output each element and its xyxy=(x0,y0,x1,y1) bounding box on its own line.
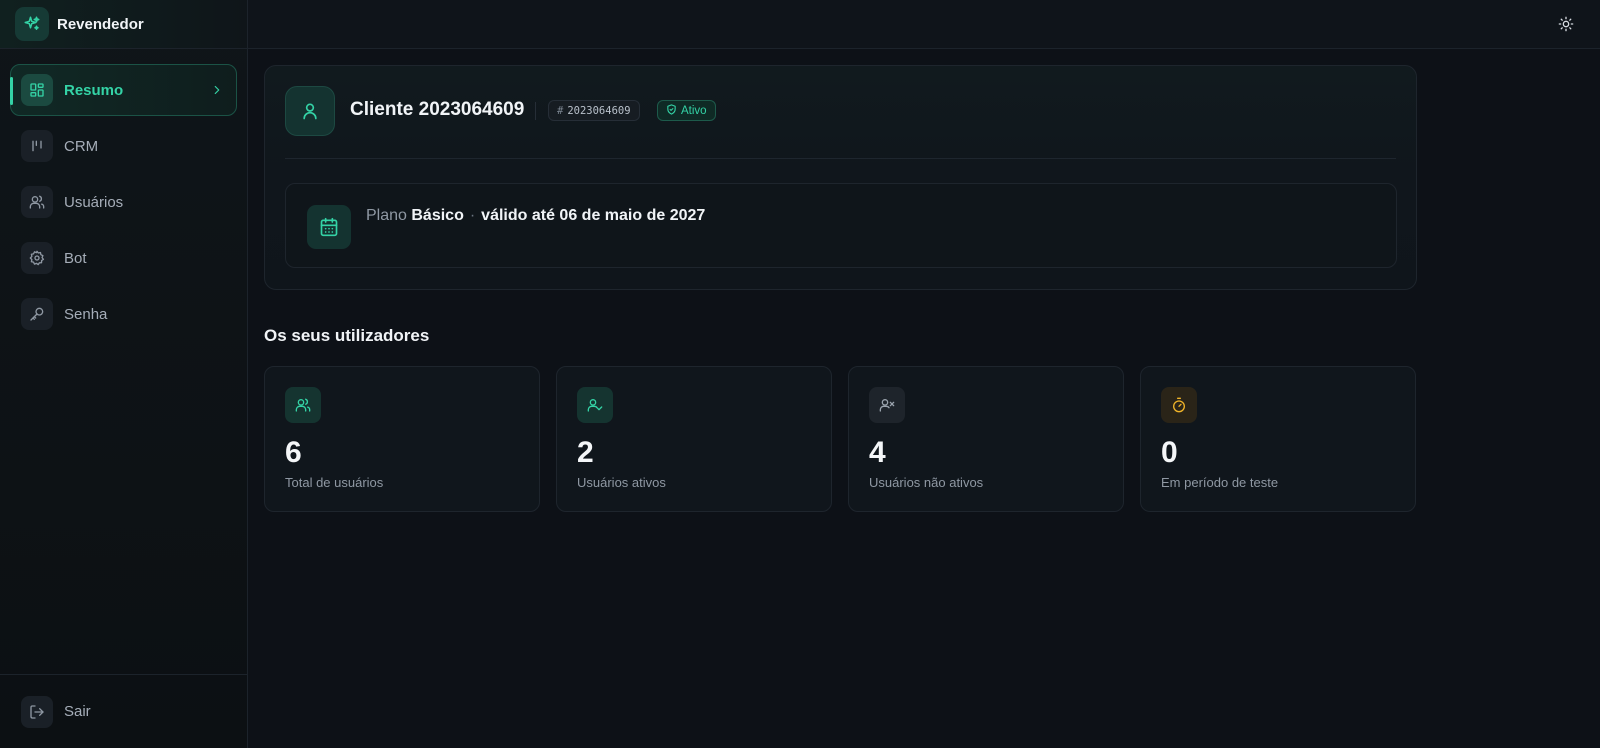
user-x-icon xyxy=(869,387,905,423)
plan-separator: · xyxy=(469,207,476,224)
stat-value: 2 xyxy=(577,436,594,469)
sidebar-item-label: CRM xyxy=(64,137,99,155)
user-check-icon xyxy=(577,387,613,423)
sidebar-nav: Resumo CRM Usuários Bot Senha xyxy=(0,49,247,340)
stat-value: 4 xyxy=(869,436,886,469)
plan-text: Plano Básico · válido até 06 de maio de 20… xyxy=(366,207,705,225)
logout-label: Sair xyxy=(64,703,91,720)
user-icon xyxy=(285,86,335,136)
plan-prefix: Plano xyxy=(366,207,407,224)
client-id-chip: # 2023064609 xyxy=(548,100,640,121)
sidebar-item-senha[interactable]: Senha xyxy=(10,288,237,340)
shield-check-icon xyxy=(666,103,677,118)
stat-label: Usuários ativos xyxy=(577,475,666,490)
kanban-icon xyxy=(21,130,53,162)
logout-button[interactable]: Sair xyxy=(0,674,247,748)
status-text: Ativo xyxy=(681,104,707,117)
hash-icon: # xyxy=(557,104,564,117)
users-icon xyxy=(21,186,53,218)
client-card: Cliente 2023064609 # 2023064609 Ativo Pl… xyxy=(264,65,1417,290)
card-divider xyxy=(285,158,1396,159)
users-icon xyxy=(285,387,321,423)
stat-value: 6 xyxy=(285,436,302,469)
sidebar-item-bot[interactable]: Bot xyxy=(10,232,237,284)
chevron-right-icon xyxy=(210,83,224,102)
stat-label: Total de usuários xyxy=(285,475,384,490)
gear-icon xyxy=(21,242,53,274)
stat-card-trial-users: 0 Em período de teste xyxy=(1140,366,1416,512)
title-divider xyxy=(535,102,536,120)
stat-label: Em período de teste xyxy=(1161,475,1279,490)
sidebar-item-label: Resumo xyxy=(64,81,124,99)
stat-card-total-users: 6 Total de usuários xyxy=(264,366,540,512)
sparkles-icon xyxy=(15,7,49,41)
stat-value: 0 xyxy=(1161,436,1178,469)
plan-validity: válido até 06 de maio de 2027 xyxy=(481,207,706,224)
timer-icon xyxy=(1161,387,1197,423)
logout-icon xyxy=(21,695,53,728)
stat-label: Usuários não ativos xyxy=(869,475,984,490)
key-icon xyxy=(21,298,53,330)
sidebar-item-label: Senha xyxy=(64,305,108,323)
sidebar-item-usuarios[interactable]: Usuários xyxy=(10,176,237,228)
sun-icon[interactable] xyxy=(1556,14,1576,34)
brand-name: Revendedor xyxy=(57,15,144,33)
dashboard-grid-icon xyxy=(21,74,53,106)
topbar xyxy=(248,0,1600,49)
sidebar-item-resumo[interactable]: Resumo xyxy=(10,64,237,116)
stat-card-inactive-users: 4 Usuários não ativos xyxy=(848,366,1124,512)
brand[interactable]: Revendedor xyxy=(0,0,247,49)
sidebar: Revendedor Resumo CRM Usuários Bot Senha… xyxy=(0,0,248,748)
plan-name: Básico xyxy=(411,207,464,224)
client-title: Cliente 2023064609 xyxy=(350,99,525,120)
client-id: 2023064609 xyxy=(567,104,631,117)
plan-info: Plano Básico · válido até 06 de maio de 20… xyxy=(285,183,1397,268)
sidebar-item-crm[interactable]: CRM xyxy=(10,120,237,172)
sidebar-item-label: Bot xyxy=(64,249,87,267)
sidebar-item-label: Usuários xyxy=(64,193,124,211)
stat-card-active-users: 2 Usuários ativos xyxy=(556,366,832,512)
status-badge: Ativo xyxy=(657,100,716,121)
section-title: Os seus utilizadores xyxy=(264,326,430,345)
calendar-icon xyxy=(307,205,351,249)
